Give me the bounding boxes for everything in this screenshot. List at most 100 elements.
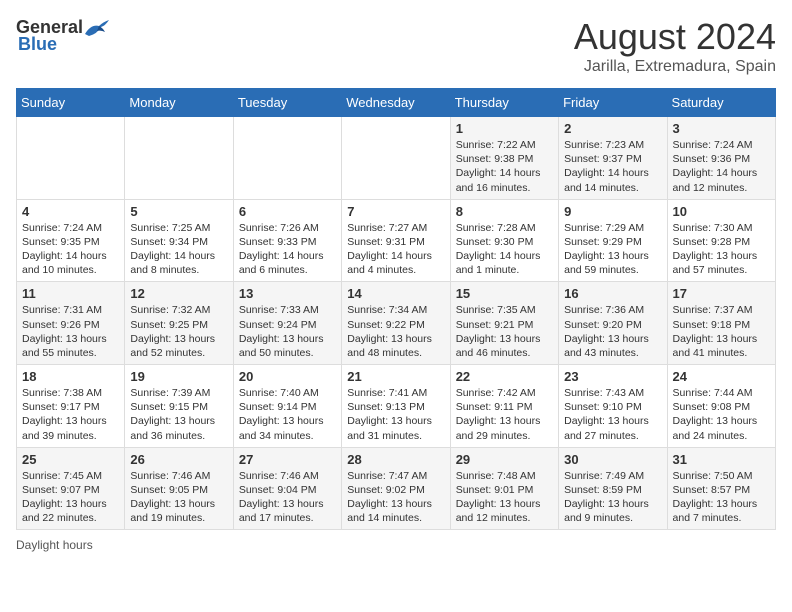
day-number: 1 bbox=[456, 121, 553, 136]
calendar-header-day: Wednesday bbox=[342, 89, 450, 117]
calendar-header-row: SundayMondayTuesdayWednesdayThursdayFrid… bbox=[17, 89, 776, 117]
day-number: 25 bbox=[22, 452, 119, 467]
day-number: 21 bbox=[347, 369, 444, 384]
location-title: Jarilla, Extremadura, Spain bbox=[574, 58, 776, 76]
day-number: 19 bbox=[130, 369, 227, 384]
calendar-day-cell bbox=[233, 117, 341, 200]
day-info: Sunrise: 7:31 AMSunset: 9:26 PMDaylight:… bbox=[22, 303, 119, 360]
day-info: Sunrise: 7:24 AMSunset: 9:36 PMDaylight:… bbox=[673, 138, 770, 195]
calendar-header-day: Tuesday bbox=[233, 89, 341, 117]
footer-note: Daylight hours bbox=[16, 538, 776, 552]
day-info: Sunrise: 7:50 AMSunset: 8:57 PMDaylight:… bbox=[673, 469, 770, 526]
day-info: Sunrise: 7:37 AMSunset: 9:18 PMDaylight:… bbox=[673, 303, 770, 360]
day-info: Sunrise: 7:33 AMSunset: 9:24 PMDaylight:… bbox=[239, 303, 336, 360]
calendar-day-cell: 5 Sunrise: 7:25 AMSunset: 9:34 PMDaylight… bbox=[125, 199, 233, 282]
day-info: Sunrise: 7:27 AMSunset: 9:31 PMDaylight:… bbox=[347, 221, 444, 278]
day-info: Sunrise: 7:45 AMSunset: 9:07 PMDaylight:… bbox=[22, 469, 119, 526]
calendar-day-cell: 13Sunrise: 7:33 AMSunset: 9:24 PMDayligh… bbox=[233, 282, 341, 365]
logo: General Blue bbox=[16, 16, 111, 55]
calendar-day-cell: 21 Sunrise: 7:41 AMSunset: 9:13 PMDayligh… bbox=[342, 365, 450, 448]
calendar-day-cell: 18 Sunrise: 7:38 AMSunset: 9:17 PMDayligh… bbox=[17, 365, 125, 448]
day-number: 4 bbox=[22, 204, 119, 219]
calendar-day-cell: 15 Sunrise: 7:35 AMSunset: 9:21 PMDayligh… bbox=[450, 282, 558, 365]
calendar-day-cell: 24 Sunrise: 7:44 AMSunset: 9:08 PMDayligh… bbox=[667, 365, 775, 448]
day-number: 15 bbox=[456, 286, 553, 301]
day-number: 11 bbox=[22, 286, 119, 301]
day-number: 27 bbox=[239, 452, 336, 467]
day-info: Sunrise: 7:43 AMSunset: 9:10 PMDaylight:… bbox=[564, 386, 661, 443]
calendar-day-cell: 16Sunrise: 7:36 AMSunset: 9:20 PMDayligh… bbox=[559, 282, 667, 365]
calendar-header-day: Saturday bbox=[667, 89, 775, 117]
calendar-day-cell: 9 Sunrise: 7:29 AMSunset: 9:29 PMDaylight… bbox=[559, 199, 667, 282]
day-info: Sunrise: 7:46 AMSunset: 9:05 PMDaylight:… bbox=[130, 469, 227, 526]
calendar-week-row: 18 Sunrise: 7:38 AMSunset: 9:17 PMDayligh… bbox=[17, 365, 776, 448]
day-info: Sunrise: 7:39 AMSunset: 9:15 PMDaylight:… bbox=[130, 386, 227, 443]
calendar-day-cell: 29 Sunrise: 7:48 AMSunset: 9:01 PMDayligh… bbox=[450, 447, 558, 530]
calendar-day-cell: 3 Sunrise: 7:24 AMSunset: 9:36 PMDaylight… bbox=[667, 117, 775, 200]
calendar-day-cell: 14 Sunrise: 7:34 AMSunset: 9:22 PMDayligh… bbox=[342, 282, 450, 365]
day-info: Sunrise: 7:48 AMSunset: 9:01 PMDaylight:… bbox=[456, 469, 553, 526]
calendar-day-cell bbox=[17, 117, 125, 200]
day-number: 22 bbox=[456, 369, 553, 384]
calendar-header-day: Thursday bbox=[450, 89, 558, 117]
calendar-day-cell bbox=[342, 117, 450, 200]
day-info: Sunrise: 7:41 AMSunset: 9:13 PMDaylight:… bbox=[347, 386, 444, 443]
day-info: Sunrise: 7:38 AMSunset: 9:17 PMDaylight:… bbox=[22, 386, 119, 443]
day-info: Sunrise: 7:49 AMSunset: 8:59 PMDaylight:… bbox=[564, 469, 661, 526]
day-info: Sunrise: 7:24 AMSunset: 9:35 PMDaylight:… bbox=[22, 221, 119, 278]
day-number: 17 bbox=[673, 286, 770, 301]
calendar-day-cell: 8 Sunrise: 7:28 AMSunset: 9:30 PMDaylight… bbox=[450, 199, 558, 282]
calendar-header-day: Sunday bbox=[17, 89, 125, 117]
calendar-day-cell: 28Sunrise: 7:47 AMSunset: 9:02 PMDayligh… bbox=[342, 447, 450, 530]
day-number: 18 bbox=[22, 369, 119, 384]
day-info: Sunrise: 7:47 AMSunset: 9:02 PMDaylight:… bbox=[347, 469, 444, 526]
logo-blue-text: Blue bbox=[16, 34, 57, 55]
calendar-day-cell: 11 Sunrise: 7:31 AMSunset: 9:26 PMDayligh… bbox=[17, 282, 125, 365]
day-number: 9 bbox=[564, 204, 661, 219]
calendar-header-day: Monday bbox=[125, 89, 233, 117]
day-info: Sunrise: 7:29 AMSunset: 9:29 PMDaylight:… bbox=[564, 221, 661, 278]
calendar-table: SundayMondayTuesdayWednesdayThursdayFrid… bbox=[16, 88, 776, 530]
day-info: Sunrise: 7:23 AMSunset: 9:37 PMDaylight:… bbox=[564, 138, 661, 195]
day-number: 24 bbox=[673, 369, 770, 384]
day-info: Sunrise: 7:30 AMSunset: 9:28 PMDaylight:… bbox=[673, 221, 770, 278]
day-number: 5 bbox=[130, 204, 227, 219]
day-number: 26 bbox=[130, 452, 227, 467]
day-info: Sunrise: 7:34 AMSunset: 9:22 PMDaylight:… bbox=[347, 303, 444, 360]
calendar-day-cell: 23 Sunrise: 7:43 AMSunset: 9:10 PMDayligh… bbox=[559, 365, 667, 448]
logo-bird-icon bbox=[83, 16, 111, 38]
day-info: Sunrise: 7:46 AMSunset: 9:04 PMDaylight:… bbox=[239, 469, 336, 526]
day-number: 2 bbox=[564, 121, 661, 136]
day-number: 29 bbox=[456, 452, 553, 467]
day-info: Sunrise: 7:44 AMSunset: 9:08 PMDaylight:… bbox=[673, 386, 770, 443]
calendar-day-cell: 30Sunrise: 7:49 AMSunset: 8:59 PMDayligh… bbox=[559, 447, 667, 530]
calendar-day-cell: 6Sunrise: 7:26 AMSunset: 9:33 PMDaylight… bbox=[233, 199, 341, 282]
calendar-day-cell: 2 Sunrise: 7:23 AMSunset: 9:37 PMDaylight… bbox=[559, 117, 667, 200]
calendar-day-cell: 31 Sunrise: 7:50 AMSunset: 8:57 PMDayligh… bbox=[667, 447, 775, 530]
day-info: Sunrise: 7:26 AMSunset: 9:33 PMDaylight:… bbox=[239, 221, 336, 278]
title-area: August 2024 Jarilla, Extremadura, Spain bbox=[574, 16, 776, 76]
day-number: 31 bbox=[673, 452, 770, 467]
day-info: Sunrise: 7:40 AMSunset: 9:14 PMDaylight:… bbox=[239, 386, 336, 443]
month-title: August 2024 bbox=[574, 16, 776, 58]
day-info: Sunrise: 7:22 AMSunset: 9:38 PMDaylight:… bbox=[456, 138, 553, 195]
day-number: 14 bbox=[347, 286, 444, 301]
calendar-day-cell bbox=[125, 117, 233, 200]
calendar-day-cell: 17 Sunrise: 7:37 AMSunset: 9:18 PMDayligh… bbox=[667, 282, 775, 365]
calendar-header-day: Friday bbox=[559, 89, 667, 117]
calendar-day-cell: 7Sunrise: 7:27 AMSunset: 9:31 PMDaylight… bbox=[342, 199, 450, 282]
day-number: 12 bbox=[130, 286, 227, 301]
header: General Blue August 2024 Jarilla, Extrem… bbox=[16, 16, 776, 76]
day-info: Sunrise: 7:42 AMSunset: 9:11 PMDaylight:… bbox=[456, 386, 553, 443]
calendar-week-row: 1 Sunrise: 7:22 AMSunset: 9:38 PMDaylight… bbox=[17, 117, 776, 200]
day-number: 3 bbox=[673, 121, 770, 136]
calendar-week-row: 25 Sunrise: 7:45 AMSunset: 9:07 PMDayligh… bbox=[17, 447, 776, 530]
day-number: 8 bbox=[456, 204, 553, 219]
day-number: 23 bbox=[564, 369, 661, 384]
day-info: Sunrise: 7:35 AMSunset: 9:21 PMDaylight:… bbox=[456, 303, 553, 360]
calendar-day-cell: 27 Sunrise: 7:46 AMSunset: 9:04 PMDayligh… bbox=[233, 447, 341, 530]
daylight-label: Daylight hours bbox=[16, 538, 93, 552]
day-info: Sunrise: 7:32 AMSunset: 9:25 PMDaylight:… bbox=[130, 303, 227, 360]
day-info: Sunrise: 7:25 AMSunset: 9:34 PMDaylight:… bbox=[130, 221, 227, 278]
day-info: Sunrise: 7:28 AMSunset: 9:30 PMDaylight:… bbox=[456, 221, 553, 278]
